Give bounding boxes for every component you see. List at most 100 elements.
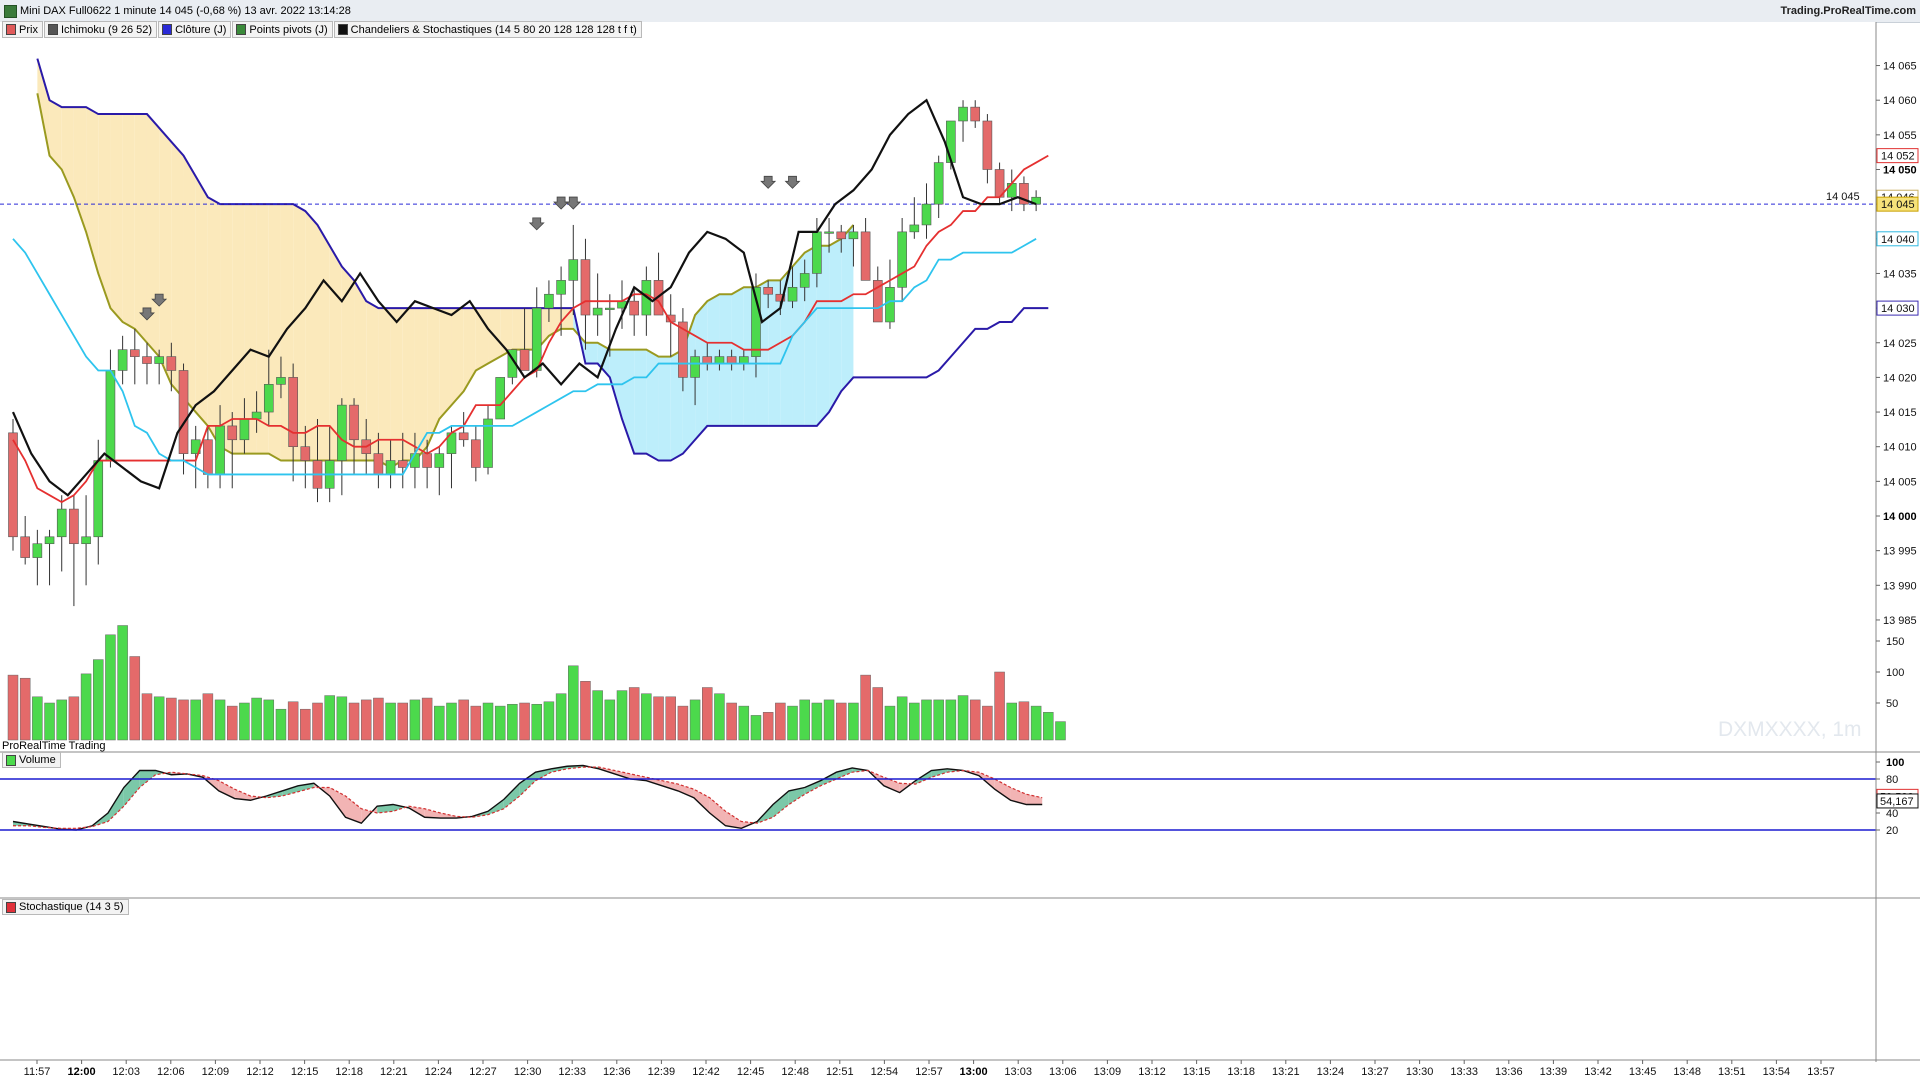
- candle[interactable]: [81, 536, 91, 545]
- volume-bar[interactable]: [835, 702, 847, 741]
- volume-bar[interactable]: [884, 705, 896, 741]
- volume-bar[interactable]: [202, 693, 214, 741]
- stochastic-panel-label[interactable]: Stochastique (14 3 5): [2, 899, 129, 915]
- volume-bar[interactable]: [957, 695, 969, 741]
- volume-bar[interactable]: [80, 673, 92, 741]
- candle[interactable]: [824, 231, 834, 234]
- candle[interactable]: [471, 439, 481, 468]
- volume-bar[interactable]: [872, 687, 884, 741]
- volume-bar[interactable]: [811, 702, 823, 741]
- volume-bar[interactable]: [982, 705, 993, 741]
- candle[interactable]: [909, 224, 920, 233]
- candle[interactable]: [885, 287, 895, 323]
- volume-bar[interactable]: [56, 699, 67, 741]
- volume-bar[interactable]: [178, 699, 189, 741]
- candle[interactable]: [763, 287, 773, 295]
- candle[interactable]: [714, 356, 725, 364]
- candle[interactable]: [495, 377, 506, 420]
- legend-item[interactable]: Points pivots (J): [232, 21, 333, 38]
- candle[interactable]: [117, 349, 128, 371]
- candle[interactable]: [738, 356, 749, 364]
- candle[interactable]: [592, 307, 603, 316]
- volume-bar[interactable]: [628, 687, 640, 741]
- volume-bar[interactable]: [93, 659, 104, 741]
- volume-bar[interactable]: [543, 701, 555, 741]
- candle[interactable]: [166, 356, 177, 371]
- volume-bar[interactable]: [7, 674, 19, 741]
- legend-item[interactable]: Chandeliers & Stochastiques (14 5 80 20 …: [333, 21, 642, 38]
- volume-bar[interactable]: [287, 701, 299, 741]
- volume-bar[interactable]: [373, 697, 384, 741]
- candle[interactable]: [921, 203, 932, 226]
- volume-bar[interactable]: [434, 705, 445, 741]
- volume-bar[interactable]: [117, 625, 128, 741]
- volume-bar[interactable]: [641, 693, 652, 741]
- candle[interactable]: [385, 460, 396, 475]
- volume-bar[interactable]: [32, 696, 43, 741]
- candle[interactable]: [970, 106, 981, 122]
- candle[interactable]: [958, 106, 968, 122]
- volume-bar[interactable]: [750, 715, 762, 741]
- volume-bar[interactable]: [738, 705, 750, 741]
- volume-bar[interactable]: [945, 699, 957, 741]
- volume-bar[interactable]: [190, 699, 201, 741]
- candle[interactable]: [848, 231, 859, 240]
- candle[interactable]: [556, 280, 566, 295]
- candle[interactable]: [860, 231, 871, 281]
- volume-bar[interactable]: [470, 705, 482, 741]
- volume-bar[interactable]: [969, 699, 981, 741]
- volume-bar[interactable]: [909, 702, 920, 741]
- candle[interactable]: [690, 356, 700, 378]
- volume-bar[interactable]: [214, 699, 226, 741]
- volume-bar[interactable]: [300, 708, 311, 741]
- volume-bar[interactable]: [263, 699, 275, 741]
- candle[interactable]: [337, 404, 347, 461]
- candle[interactable]: [20, 536, 30, 558]
- volume-bar[interactable]: [787, 705, 798, 741]
- volume-bar[interactable]: [1006, 702, 1018, 741]
- volume-bar[interactable]: [1018, 701, 1030, 741]
- candle[interactable]: [946, 120, 956, 163]
- volume-bar[interactable]: [251, 697, 262, 741]
- candle[interactable]: [434, 453, 445, 468]
- candle[interactable]: [69, 508, 79, 545]
- volume-bar[interactable]: [762, 712, 774, 741]
- candle[interactable]: [239, 418, 250, 441]
- volume-bar[interactable]: [226, 705, 238, 741]
- volume-bar[interactable]: [592, 690, 603, 741]
- candle[interactable]: [799, 273, 810, 288]
- volume-bar[interactable]: [141, 693, 153, 741]
- chart-area[interactable]: 14 065 14 060 14 055 14 050 14 045 14 040 14 0…: [0, 22, 1920, 1080]
- candle[interactable]: [130, 349, 140, 357]
- volume-bar[interactable]: [653, 696, 664, 741]
- candle[interactable]: [373, 453, 384, 475]
- volume-bar[interactable]: [726, 702, 737, 741]
- candle[interactable]: [32, 543, 43, 558]
- legend-item[interactable]: Clôture (J): [158, 21, 232, 38]
- candle[interactable]: [215, 425, 225, 475]
- volume-bar[interactable]: [482, 702, 494, 741]
- legend-item[interactable]: Ichimoku (9 26 52): [43, 21, 158, 38]
- volume-bar[interactable]: [933, 699, 944, 741]
- candle[interactable]: [568, 259, 579, 281]
- volume-panel-label[interactable]: Volume: [2, 752, 61, 768]
- candle[interactable]: [544, 293, 554, 309]
- candle[interactable]: [300, 446, 311, 461]
- volume-bar[interactable]: [994, 671, 1005, 741]
- candle[interactable]: [933, 162, 944, 205]
- volume-bar[interactable]: [166, 697, 177, 741]
- candle[interactable]: [982, 120, 993, 170]
- volume-bar[interactable]: [239, 702, 250, 741]
- volume-bar[interactable]: [360, 699, 372, 741]
- volume-bar[interactable]: [275, 708, 287, 741]
- volume-bar[interactable]: [44, 702, 55, 741]
- volume-bar[interactable]: [494, 705, 506, 741]
- candle[interactable]: [263, 384, 274, 413]
- volume-bar[interactable]: [348, 702, 360, 741]
- legend-item[interactable]: Prix: [2, 21, 43, 38]
- volume-bar[interactable]: [336, 696, 348, 741]
- volume-bar[interactable]: [677, 705, 689, 741]
- candle[interactable]: [787, 287, 798, 302]
- candle[interactable]: [629, 300, 639, 316]
- volume-bar[interactable]: [129, 656, 141, 741]
